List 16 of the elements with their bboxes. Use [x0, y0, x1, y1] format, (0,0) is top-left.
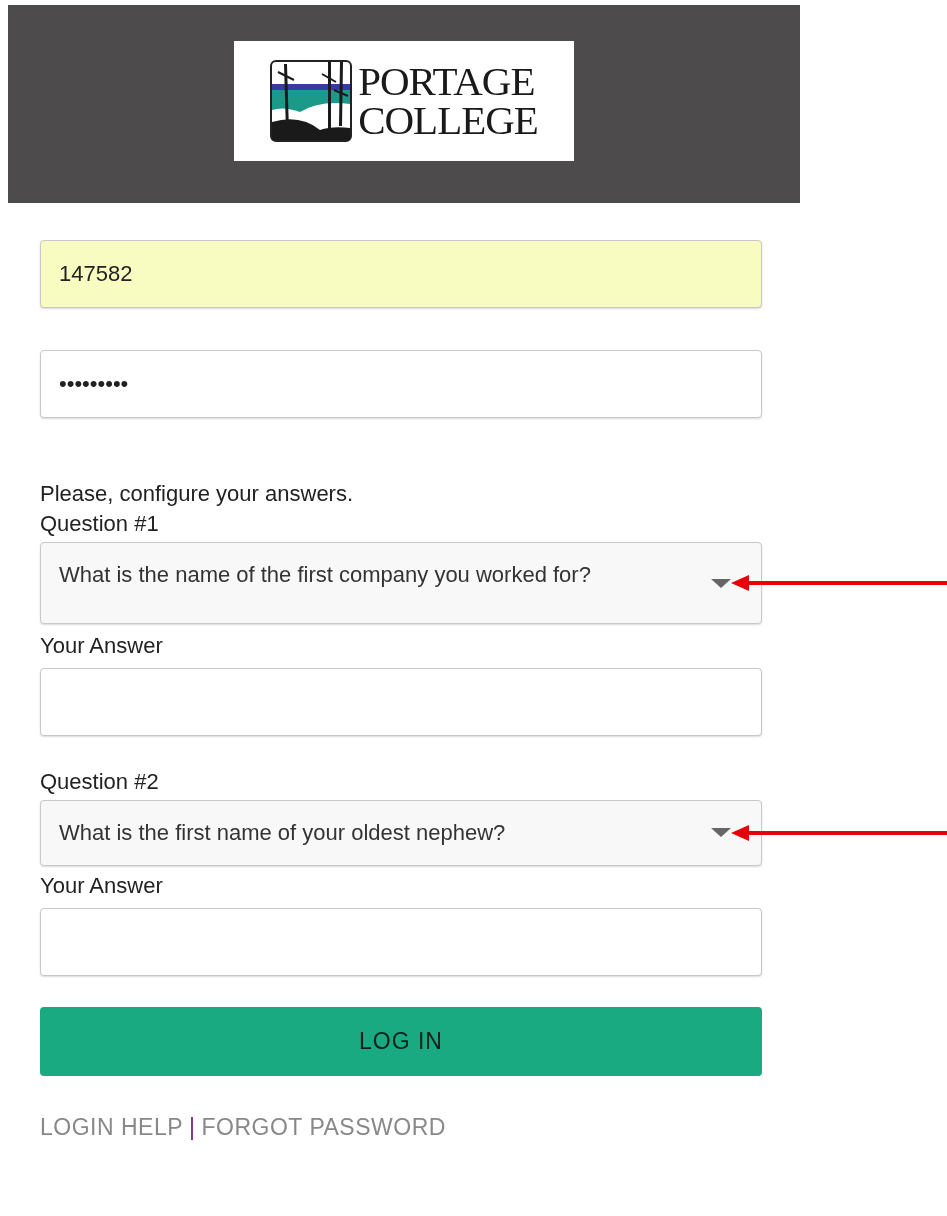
help-link[interactable]: FORGOT PASSWORD	[201, 1114, 446, 1141]
help-link[interactable]: LOGIN HELP	[40, 1114, 184, 1141]
question-dropdown[interactable]: What is the name of the first company you worked for?	[40, 542, 762, 624]
answer-field[interactable]	[40, 668, 762, 736]
link-separator: |	[189, 1114, 196, 1141]
answer-label: Your Answer	[40, 633, 163, 658]
login-button[interactable]: LOG IN	[40, 1007, 762, 1076]
instructions-text: Please, configure your answers.	[40, 481, 354, 506]
user-id-field[interactable]: 147582	[40, 240, 762, 308]
question-dropdown[interactable]: What is the first name of your oldest nephew?	[40, 800, 762, 866]
password-field[interactable]: •••••••••	[40, 350, 762, 418]
answer-field[interactable]	[40, 908, 762, 976]
answer-label: Your Answer	[40, 873, 163, 898]
question-label: Question #2	[40, 769, 159, 794]
question-label: Question #1	[40, 511, 159, 536]
logo-text: PORTAGE COLLEGE	[358, 62, 538, 140]
